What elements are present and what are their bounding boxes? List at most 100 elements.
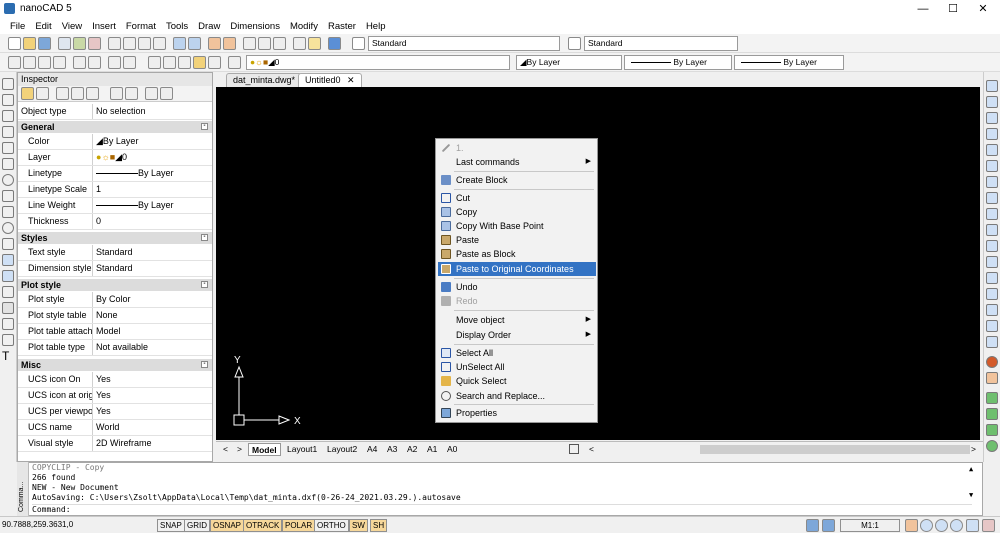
region-icon[interactable] (2, 318, 14, 330)
inspector-pick-icon[interactable] (56, 87, 69, 100)
make-block-icon[interactable] (2, 270, 14, 282)
rotate-icon[interactable] (986, 176, 998, 188)
zoom-status-icon[interactable] (920, 519, 933, 532)
offset-tool-icon[interactable] (73, 56, 86, 69)
tab-untitled0[interactable]: Untitled0 ✕ (298, 73, 362, 87)
menu-item-paste[interactable]: Paste (438, 233, 596, 247)
prop-value[interactable]: Standard (94, 261, 212, 276)
polygon-icon[interactable] (2, 126, 14, 138)
arc-tool-icon[interactable] (53, 56, 66, 69)
osnap-toggle[interactable]: OSNAP (210, 519, 245, 532)
insert-block-icon[interactable] (2, 254, 14, 266)
erase-icon[interactable] (986, 80, 998, 92)
prop-value[interactable]: 0 (94, 214, 212, 229)
copy-tool-icon[interactable] (123, 37, 136, 50)
explode-icon[interactable] (986, 336, 998, 348)
menu-item-properties[interactable]: Properties (438, 406, 596, 420)
raster-tool-icon[interactable] (986, 440, 998, 452)
menu-item-last-commands[interactable]: Last commands ▶ (438, 155, 596, 169)
inspector-list-icon[interactable] (125, 87, 138, 100)
chamfer-icon[interactable] (986, 304, 998, 316)
layer-select[interactable]: ●☼■◢0 (246, 55, 510, 70)
prop-value[interactable]: Yes (94, 388, 212, 403)
color-value[interactable]: ◢By Layer (94, 134, 212, 149)
zoom-window-status-icon[interactable] (935, 519, 948, 532)
workspace-icon[interactable] (966, 519, 979, 532)
category-misc[interactable]: Misc - (18, 359, 212, 371)
prop-value[interactable]: 1 (94, 182, 212, 197)
zoom-extents-status-icon[interactable] (950, 519, 963, 532)
prop-value[interactable]: Yes (94, 404, 212, 419)
maximize-button[interactable]: ☐ (938, 0, 968, 18)
raster-icon[interactable] (986, 392, 998, 404)
menu-item-paste-as-block[interactable]: Paste as Block (438, 247, 596, 261)
menu-insert[interactable]: Insert (87, 21, 121, 32)
pan-icon[interactable] (208, 37, 221, 50)
inspector-quick-icon[interactable] (86, 87, 99, 100)
layer-manager-icon[interactable] (228, 56, 241, 69)
select-icon[interactable] (8, 56, 21, 69)
scroll-up-icon[interactable]: ▲ (969, 465, 973, 473)
table-icon[interactable] (2, 334, 14, 346)
tab-dat-minta[interactable]: dat_minta.dwg* (226, 73, 303, 87)
render-icon[interactable] (986, 356, 998, 368)
menu-item-unselect-all[interactable]: UnSelect All (438, 360, 596, 374)
inspector-help-icon[interactable] (160, 87, 173, 100)
menu-item-create-block[interactable]: Create Block (438, 173, 596, 187)
layout-tab-a2[interactable]: A2 (404, 443, 420, 456)
menu-modify[interactable]: Modify (285, 21, 323, 32)
trim-tool-icon[interactable] (88, 56, 101, 69)
menu-tools[interactable]: Tools (161, 21, 193, 32)
snap-toggle[interactable]: SNAP (157, 519, 185, 532)
print-icon[interactable] (58, 37, 71, 50)
ellipse-arc-icon[interactable] (2, 238, 14, 250)
cloud-icon[interactable] (2, 190, 14, 202)
spline-icon[interactable] (2, 206, 14, 218)
menu-item-copy[interactable]: Copy (438, 205, 596, 219)
menu-item-last-1[interactable]: 1. (438, 141, 596, 155)
menu-edit[interactable]: Edit (30, 21, 56, 32)
scroll-down-icon[interactable]: ▼ (969, 491, 973, 499)
new-icon[interactable] (8, 37, 21, 50)
mirror-icon[interactable] (986, 112, 998, 124)
open-icon[interactable] (23, 37, 36, 50)
scale-display[interactable]: M1:1 (840, 519, 900, 532)
object-type-value[interactable]: No selection (94, 104, 212, 119)
category-general[interactable]: General - (18, 121, 212, 133)
offset-icon[interactable] (986, 128, 998, 140)
collapse-icon[interactable]: - (201, 281, 208, 288)
scale-icon[interactable] (986, 192, 998, 204)
publish-icon[interactable] (88, 37, 101, 50)
linetype-select[interactable]: By Layer (624, 55, 732, 70)
prop-value[interactable]: World (94, 420, 212, 435)
table-tool-icon[interactable] (178, 56, 191, 69)
polar-toggle[interactable]: POLAR (282, 519, 316, 532)
menu-file[interactable]: File (5, 21, 30, 32)
layout-tab-a0[interactable]: A0 (444, 443, 460, 456)
menu-draw[interactable]: Draw (193, 21, 225, 32)
category-plot-style[interactable]: Plot style - (18, 279, 212, 291)
menu-raster[interactable]: Raster (323, 21, 361, 32)
circle-icon[interactable] (2, 174, 14, 186)
prop-value[interactable]: Yes (94, 372, 212, 387)
collapse-icon[interactable]: - (201, 234, 208, 241)
menu-item-display-order[interactable]: Display Order ▶ (438, 328, 596, 342)
extend-icon[interactable] (986, 256, 998, 268)
copy-obj-icon[interactable] (986, 96, 998, 108)
settings-icon[interactable] (982, 519, 995, 532)
fillet-icon[interactable] (986, 320, 998, 332)
block-tool-icon[interactable] (148, 56, 161, 69)
menu-item-copy-with-base-point[interactable]: Copy With Base Point (438, 219, 596, 233)
drawing-canvas[interactable]: Y X (216, 87, 980, 440)
model-space-icon[interactable] (806, 519, 819, 532)
mtext-icon[interactable]: T (2, 350, 14, 362)
polyline-tool-icon[interactable] (38, 56, 51, 69)
paper-space-icon[interactable] (822, 519, 835, 532)
menu-item-cut[interactable]: Cut (438, 191, 596, 205)
zoom-window-icon[interactable] (243, 37, 256, 50)
menu-item-move-object[interactable]: Move object ▶ (438, 313, 596, 327)
raster-crop-icon[interactable] (986, 424, 998, 436)
line-tool-icon[interactable] (23, 56, 36, 69)
close-tab-icon[interactable]: ✕ (347, 75, 355, 85)
horizontal-scrollbar[interactable] (700, 445, 970, 454)
